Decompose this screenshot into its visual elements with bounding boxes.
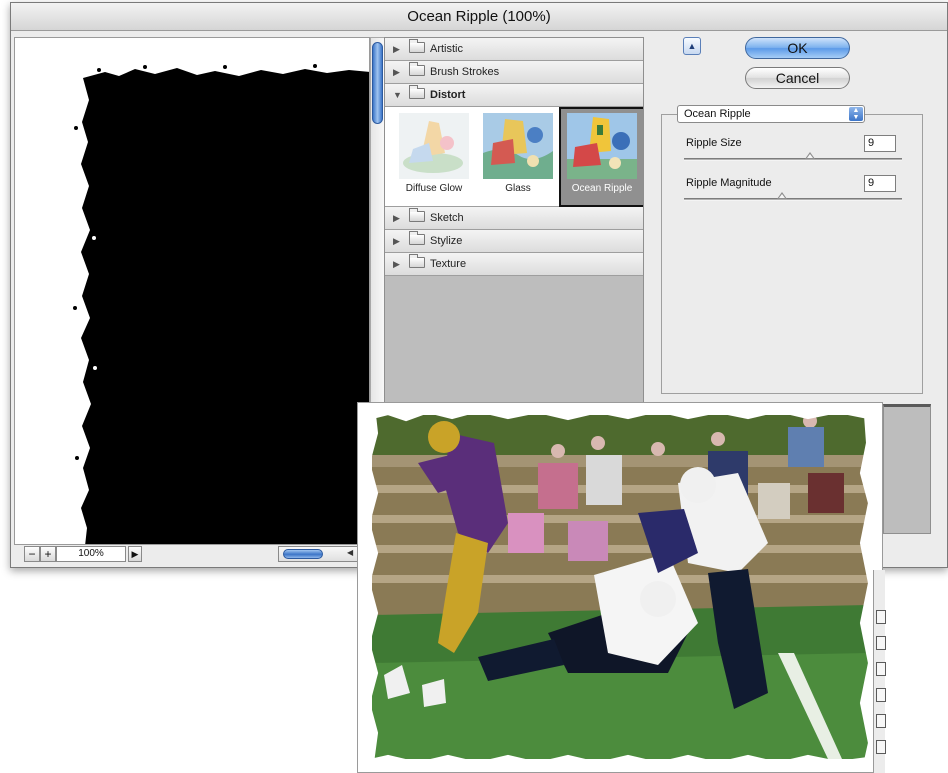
thumbnail-image xyxy=(399,113,469,179)
category-texture[interactable]: ▶ Texture xyxy=(385,253,643,276)
open-folder-icon xyxy=(409,85,425,99)
expand-triangle-icon[interactable]: ▶ xyxy=(393,38,405,60)
category-distort[interactable]: ▼ Distort xyxy=(385,84,643,107)
checkbox[interactable] xyxy=(876,662,886,676)
filter-select-value: Ocean Ripple xyxy=(684,108,751,120)
expand-triangle-icon[interactable]: ▶ xyxy=(393,253,405,275)
preview-pane[interactable] xyxy=(14,37,370,545)
category-stylize[interactable]: ▶ Stylize xyxy=(385,230,643,253)
expand-triangle-icon[interactable]: ▶ xyxy=(393,230,405,252)
result-photo xyxy=(357,402,883,773)
collapse-gallery-button[interactable]: ▲ xyxy=(683,37,701,55)
category-label: Sketch xyxy=(430,212,464,224)
category-artistic[interactable]: ▶ Artistic xyxy=(385,38,643,61)
ripple-magnitude-slider[interactable] xyxy=(684,192,902,201)
ok-button[interactable]: OK xyxy=(745,37,850,59)
category-label: Distort xyxy=(430,89,466,101)
zoom-out-button[interactable]: − xyxy=(24,546,40,562)
filter-label: Diffuse Glow xyxy=(405,183,463,194)
effect-layers-panel xyxy=(883,404,931,534)
zoom-level: 100% xyxy=(56,546,126,562)
folder-icon xyxy=(409,39,425,53)
category-label: Stylize xyxy=(430,235,463,247)
window-title: Ocean Ripple (100%) xyxy=(11,3,947,31)
zoom-bar: − + 100% ▶ ◀ ▶ xyxy=(24,546,370,564)
filter-thumb-glass[interactable]: Glass xyxy=(475,107,561,207)
checkbox[interactable] xyxy=(876,610,886,624)
zoom-in-button[interactable]: + xyxy=(40,546,56,562)
checkbox[interactable] xyxy=(876,714,886,728)
collapse-triangle-icon[interactable]: ▼ xyxy=(393,84,405,106)
zoom-menu-arrow-icon[interactable]: ▶ xyxy=(128,546,142,562)
ripple-size-slider[interactable] xyxy=(684,152,902,161)
category-sketch[interactable]: ▶ Sketch xyxy=(385,207,643,230)
ripple-size-label: Ripple Size xyxy=(686,137,742,149)
football-photo-image xyxy=(361,403,877,771)
folder-icon xyxy=(409,62,425,76)
slider-knob[interactable] xyxy=(777,192,788,199)
checkbox[interactable] xyxy=(876,688,886,702)
updown-arrows-icon: ▲ ▼ xyxy=(849,107,863,121)
category-brush-strokes[interactable]: ▶ Brush Strokes xyxy=(385,61,643,84)
filter-label: Glass xyxy=(505,183,531,194)
thumbnail-image xyxy=(567,113,637,179)
folder-icon xyxy=(409,208,425,222)
scroll-thumb[interactable] xyxy=(372,42,383,124)
ripple-magnitude-label: Ripple Magnitude xyxy=(686,177,772,189)
side-toolbar-strip xyxy=(873,570,886,773)
expand-triangle-icon[interactable]: ▶ xyxy=(393,61,405,83)
cancel-button[interactable]: Cancel xyxy=(745,67,850,89)
category-label: Texture xyxy=(430,258,467,270)
distort-thumbnails: Diffuse Glow Glass Ocean Ripple xyxy=(385,107,643,207)
scroll-thumb[interactable] xyxy=(283,549,323,559)
folder-icon xyxy=(409,254,425,268)
preview-image xyxy=(73,64,369,544)
category-label: Artistic xyxy=(430,43,463,55)
scroll-left-icon[interactable]: ◀ xyxy=(347,548,353,557)
triangle-up-icon: ▲ xyxy=(687,41,697,51)
checkbox[interactable] xyxy=(876,740,886,754)
expand-triangle-icon[interactable]: ▶ xyxy=(393,207,405,229)
thumbnail-image xyxy=(483,113,553,179)
filter-select[interactable]: Ocean Ripple ▲ ▼ xyxy=(677,105,865,123)
ripple-size-field[interactable]: 9 xyxy=(864,135,896,152)
checkbox[interactable] xyxy=(876,636,886,650)
folder-icon xyxy=(409,231,425,245)
slider-knob[interactable] xyxy=(805,152,816,159)
ripple-magnitude-field[interactable]: 9 xyxy=(864,175,896,192)
filter-thumb-diffuse-glow[interactable]: Diffuse Glow xyxy=(391,107,477,207)
filter-thumb-ocean-ripple[interactable]: Ocean Ripple xyxy=(559,107,643,207)
filter-settings-group xyxy=(661,114,923,394)
category-label: Brush Strokes xyxy=(430,66,500,78)
filter-label: Ocean Ripple xyxy=(571,183,633,194)
